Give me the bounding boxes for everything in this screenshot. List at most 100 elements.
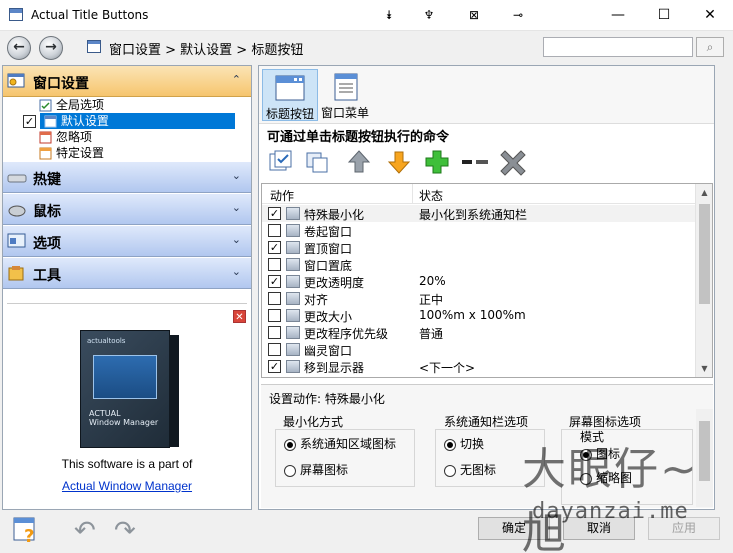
product-box-image: actualtools ACTUAL Window Manager [80,330,179,448]
forward-button[interactable]: → [39,36,63,60]
row-checkbox[interactable] [268,343,281,356]
title-button-stay-on-top-icon[interactable]: ⊸ [507,5,529,25]
sidebar-section-options[interactable]: 选项 ⌄ [3,226,251,257]
radio-no-icon[interactable]: 无图标 [444,462,496,478]
row-checkbox[interactable] [268,258,281,271]
scroll-thumb[interactable] [699,204,710,304]
tab-label: 窗口菜单 [320,106,369,120]
action-icon [286,275,300,288]
column-header-state[interactable]: 状态 [419,187,443,204]
ok-button[interactable]: 确定 [478,517,550,540]
row-checkbox[interactable]: ✓ [268,360,281,373]
row-checkbox[interactable] [268,309,281,322]
box-window-graphic [93,355,157,399]
tree-item-specific[interactable]: 特定设置 [39,145,251,161]
tree-item-label: 特定设置 [56,146,105,160]
tree-item-global[interactable]: 全局选项 [39,97,251,113]
table-row[interactable]: 对齐 正中 [262,290,695,307]
row-checkbox[interactable] [268,326,281,339]
sidebar-section-tools[interactable]: 工具 ⌄ [3,258,251,289]
radio-thumbnail-mode[interactable]: 缩略图 [580,470,632,486]
row-checkbox[interactable] [268,292,281,305]
default-settings-icon [44,115,57,128]
title-button-minimize-to-tray-icon[interactable]: ⯯ [378,5,400,25]
copy-icon[interactable] [303,148,331,176]
tab-window-menu[interactable]: 窗口菜单 [317,69,373,121]
table-row[interactable]: ✓ 更改透明度 20% [262,273,695,290]
radio-icon-mode[interactable]: 图标 [580,446,620,462]
section-label: 热键 [33,172,61,188]
default-settings-checkbox[interactable]: ✓ [23,115,36,128]
radio-button[interactable] [580,472,592,485]
move-up-icon[interactable] [345,148,373,176]
check-all-icon[interactable] [267,148,295,176]
scroll-thumb[interactable] [699,421,710,481]
title-button-pin-icon[interactable]: ♆ [418,5,440,25]
table-row[interactable]: 幽灵窗口 [262,341,695,358]
radio-toggle[interactable]: 切换 [444,436,484,452]
table-row[interactable]: ✓ 特殊最小化 最小化到系统通知栏 [262,205,695,222]
move-down-icon[interactable] [385,148,413,176]
sidebar-section-window-settings[interactable]: 窗口设置 ⌃ [3,66,251,97]
maximize-button[interactable]: ☐ [641,0,687,30]
row-state: 正中 [419,293,444,307]
radio-button[interactable] [284,464,296,477]
row-checkbox[interactable]: ✓ [268,275,281,288]
column-header-action[interactable]: 动作 [270,187,294,204]
search-input[interactable] [543,37,693,57]
sidebar-section-mouse[interactable]: 鼠标 ⌄ [3,194,251,225]
column-divider[interactable] [412,184,413,204]
table-row[interactable]: ✓ 移到显示器 <下一个> [262,358,695,375]
tree-item-ignore[interactable]: 忽略项 [39,129,251,145]
table-row[interactable]: 卷起窗口 [262,222,695,239]
radio-button[interactable] [580,448,592,461]
search-button[interactable]: ⌕ [696,37,724,57]
row-action: 卷起窗口 [304,225,353,239]
back-button[interactable]: ← [7,36,31,60]
minimize-button[interactable]: — [595,0,641,30]
action-settings: 设置动作: 特殊最小化 最小化方式 系统通知区域图标 屏幕图标 系统通知栏选项 … [261,384,713,508]
title-buttons-icon [275,75,305,101]
add-icon[interactable] [423,148,451,176]
ignore-list-icon [39,131,52,144]
options-window-icon [7,233,26,248]
group-label-minimize-method: 最小化方式 [283,415,344,429]
scroll-down-icon[interactable]: ▼ [696,360,713,377]
sidebar-section-hotkeys[interactable]: 热键 ⌄ [3,162,251,193]
row-checkbox[interactable]: ✓ [268,207,281,220]
table-row[interactable]: 更改大小 100%m x 100%m [262,307,695,324]
settings-scrollbar[interactable] [696,409,713,507]
apply-button[interactable]: 应用 [648,517,720,540]
list-scrollbar[interactable]: ▲ ▼ [695,184,712,377]
tab-title-buttons[interactable]: 标题按钮 [262,69,318,121]
tabs-row: 标题按钮 窗口菜单 [259,66,714,124]
redo-icon[interactable]: ↷ [114,516,136,546]
table-row[interactable]: 窗口置底 [262,256,695,273]
row-state: 普通 [419,327,444,341]
close-button[interactable]: ✕ [687,0,733,30]
undo-icon[interactable]: ↶ [74,516,96,546]
row-action: 更改大小 [304,310,353,324]
table-row[interactable]: 更改程序优先级 普通 [262,324,695,341]
action-icon [286,360,300,373]
help-icon[interactable]: ? [12,516,40,544]
radio-screen-icon[interactable]: 屏幕图标 [284,462,348,478]
window-menu-icon [334,73,358,101]
cancel-button[interactable]: 取消 [563,517,635,540]
radio-button[interactable] [444,438,456,451]
row-checkbox[interactable]: ✓ [268,241,281,254]
scroll-up-icon[interactable]: ▲ [696,184,713,201]
delete-icon[interactable] [499,148,527,176]
row-checkbox[interactable] [268,224,281,237]
ad-link[interactable]: Actual Window Manager [62,479,192,493]
radio-button[interactable] [284,438,296,451]
separator-icon[interactable] [461,148,489,176]
title-button-roll-up-icon[interactable]: ⊠ [463,5,485,25]
radio-tray-icon[interactable]: 系统通知区域图标 [284,436,396,452]
tree-item-default[interactable]: ✓ 默认设置 [23,113,251,129]
radio-button[interactable] [444,464,456,477]
table-row[interactable]: ✓ 置顶窗口 [262,239,695,256]
chevron-down-icon: ⌄ [231,265,241,278]
global-options-icon [39,99,52,112]
ad-close-icon[interactable]: ✕ [233,310,246,323]
